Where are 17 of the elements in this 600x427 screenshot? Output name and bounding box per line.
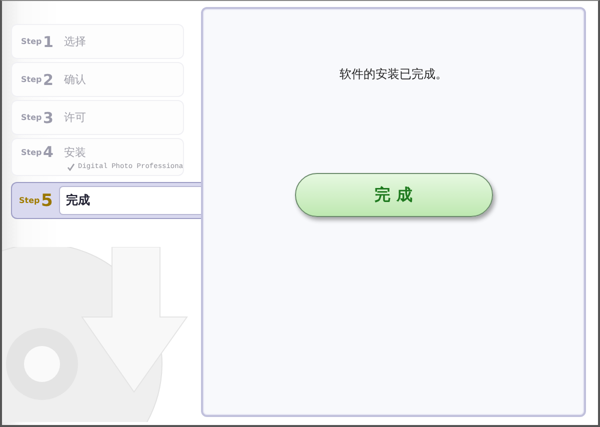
step-number: 4 <box>43 143 54 161</box>
step-number: 1 <box>43 32 54 50</box>
step-label: 确认 <box>64 72 86 87</box>
step-label: 选择 <box>64 34 86 49</box>
status-message: 软件的安装已完成。 <box>340 66 448 83</box>
step-number: 2 <box>43 70 54 88</box>
step-number: 5 <box>41 190 54 210</box>
finish-button[interactable]: 完 成 <box>294 173 492 217</box>
step-number: 3 <box>43 108 54 126</box>
step-prefix: Step <box>21 113 43 122</box>
step-label: 安装 <box>64 144 86 160</box>
step-prefix: Step <box>21 148 43 156</box>
step-prefix: Step <box>21 37 43 46</box>
step-label: 完成 <box>59 186 201 215</box>
step-prefix: Step <box>19 196 41 205</box>
step-label: 许可 <box>64 110 86 125</box>
step-prefix: Step <box>21 75 43 84</box>
